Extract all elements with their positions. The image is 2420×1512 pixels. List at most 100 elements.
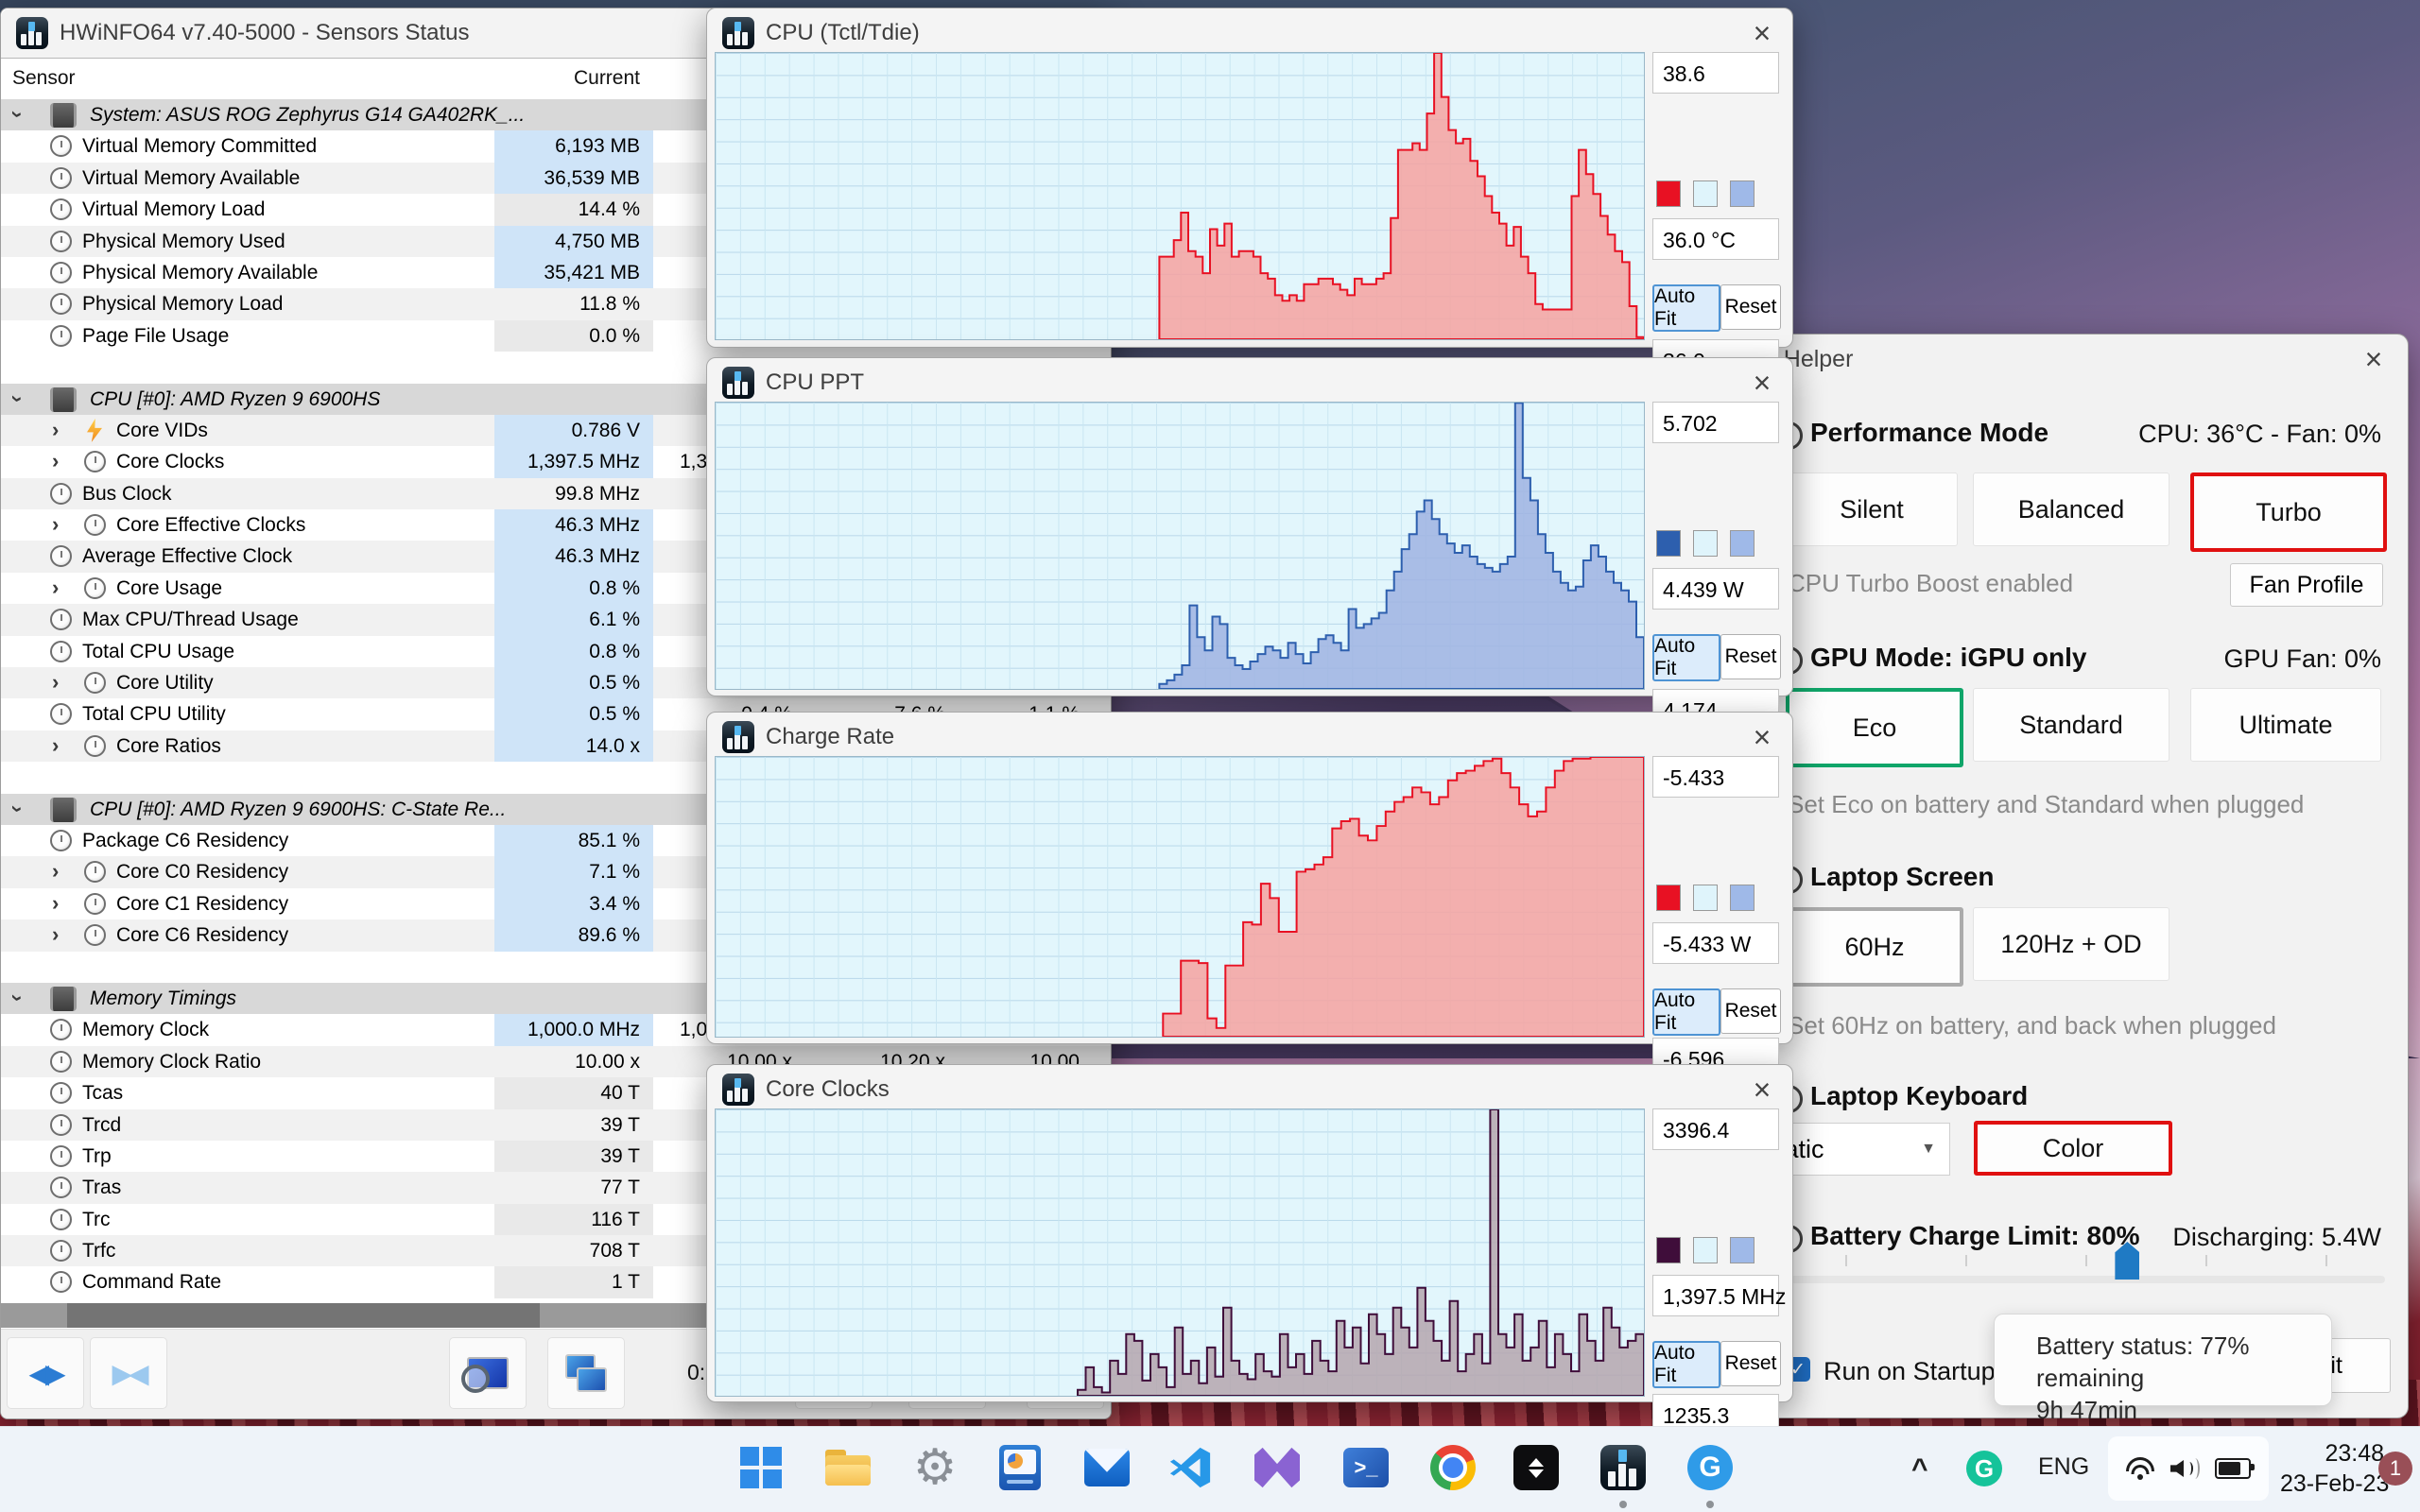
slider-tick — [1965, 1255, 1968, 1266]
notification-badge[interactable]: 1 — [2378, 1452, 2412, 1486]
graph-window-cpu-temp: CPU (Tctl/Tdie) × 38.6 36.0 °C Auto Fit … — [706, 8, 1793, 381]
voltage-icon — [87, 418, 102, 442]
chevron-right-icon[interactable]: › — [52, 922, 59, 947]
screen-120hz-button[interactable]: 120Hz + OD — [1973, 907, 2169, 981]
taskbar-powershell[interactable]: >_ — [1339, 1440, 1393, 1495]
chevron-right-icon[interactable]: › — [52, 449, 59, 473]
sensor-clock-icon — [50, 1144, 72, 1167]
auto-fit-button[interactable]: Auto Fit — [1652, 284, 1720, 332]
column-sensor[interactable]: Sensor — [12, 67, 76, 90]
taskbar-visual-studio[interactable] — [1250, 1440, 1305, 1495]
chevron-down-icon[interactable]: › — [6, 111, 30, 117]
gpu-fan-status: GPU Fan: 0% — [2223, 644, 2381, 673]
chevron-right-icon[interactable]: › — [52, 418, 59, 442]
chevron-right-icon[interactable]: › — [52, 733, 59, 758]
current-value: 4.439 W — [1652, 568, 1779, 610]
folder-icon — [825, 1450, 871, 1486]
chip-icon — [50, 387, 77, 412]
screen-inspect-button[interactable] — [449, 1337, 527, 1409]
legend-swatches — [1656, 885, 1754, 911]
expand-columns-button[interactable]: ◀▶ — [7, 1337, 84, 1409]
graph-close-icon[interactable]: × — [1741, 364, 1783, 402]
graph-titlebar[interactable]: Core Clocks — [707, 1065, 1792, 1114]
run-on-startup-label: Run on Startup — [1824, 1357, 1996, 1385]
reset-button[interactable]: Reset — [1720, 1341, 1781, 1386]
gpu-standard-button[interactable]: Standard — [1973, 688, 2169, 762]
gpu-ultimate-button[interactable]: Ultimate — [2190, 688, 2381, 762]
graph-close-icon[interactable]: × — [1741, 14, 1783, 52]
ghelper-icon: G — [1687, 1445, 1733, 1490]
column-current[interactable]: Current — [494, 67, 640, 90]
graph-window-core-clocks: Core Clocks × 3396.4 1,397.5 MHz Auto Fi… — [706, 1064, 1793, 1435]
hwinfo-app-icon — [1600, 1445, 1646, 1490]
graph-close-icon[interactable]: × — [1741, 1071, 1783, 1108]
reset-button[interactable]: Reset — [1720, 988, 1781, 1034]
graph-titlebar[interactable]: Charge Rate — [707, 713, 1792, 762]
keyboard-color-button[interactable]: Color — [1974, 1121, 2172, 1176]
chrome-icon — [1430, 1445, 1476, 1490]
language-indicator[interactable]: ENG — [2038, 1453, 2089, 1481]
sensor-clock-icon — [84, 734, 106, 757]
auto-fit-button[interactable]: Auto Fit — [1652, 988, 1720, 1036]
start-button[interactable] — [734, 1440, 788, 1495]
collapse-columns-button[interactable]: ▶◀ — [90, 1337, 167, 1409]
chevron-right-icon[interactable]: › — [52, 670, 59, 695]
ghelper-titlebar[interactable]: G-Helper — [1731, 335, 2408, 384]
laptop-screen-heading: Laptop Screen — [1810, 862, 1995, 891]
auto-fit-button[interactable]: Auto Fit — [1652, 1341, 1720, 1388]
chip-icon — [50, 797, 77, 822]
chevron-right-icon[interactable]: › — [52, 512, 59, 537]
taskbar-mail[interactable] — [1080, 1440, 1134, 1495]
visual-studio-icon — [1254, 1447, 1300, 1488]
perf-silent-button[interactable]: Silent — [1786, 472, 1958, 546]
wifi-icon — [2125, 1457, 2154, 1480]
battery-limit-slider[interactable] — [1786, 1242, 2385, 1283]
taskbar-file-explorer[interactable] — [821, 1440, 875, 1495]
chevron-down-icon[interactable]: › — [6, 395, 30, 402]
taskbar-vscode[interactable] — [1163, 1440, 1218, 1495]
chevron-down-icon[interactable]: › — [6, 994, 30, 1001]
tray-time: 23:48 — [2325, 1440, 2384, 1467]
fan-profile-button[interactable]: Fan Profile — [2230, 563, 2383, 607]
hwinfo-app-icon — [722, 1074, 754, 1106]
graph-titlebar[interactable]: CPU PPT — [707, 358, 1792, 407]
chevron-right-icon[interactable]: › — [52, 891, 59, 916]
perf-turbo-button[interactable]: Turbo — [2190, 472, 2387, 552]
scrollbar-thumb[interactable] — [67, 1303, 540, 1328]
perf-balanced-button[interactable]: Balanced — [1973, 472, 2169, 546]
clock[interactable]: 23:48 23-Feb-23 — [2280, 1438, 2389, 1499]
sensor-clock-icon — [50, 1208, 72, 1230]
remote-monitor-button[interactable] — [547, 1337, 625, 1409]
graph-close-icon[interactable]: × — [1741, 718, 1783, 756]
taskbar-hwinfo[interactable] — [1596, 1440, 1651, 1495]
taskbar-ghelper[interactable]: G — [1683, 1440, 1737, 1495]
tray-chevron-up-icon[interactable]: ^ — [1911, 1453, 1928, 1486]
grammarly-tray-icon[interactable]: G — [1966, 1451, 2002, 1486]
sensor-clock-icon — [50, 1082, 72, 1105]
ghelper-close-icon[interactable]: × — [2353, 340, 2394, 378]
reset-button[interactable]: Reset — [1720, 634, 1781, 679]
battery-limit-heading: Battery Charge Limit: 80% — [1810, 1221, 2140, 1250]
taskbar-stream-deck[interactable] — [1509, 1440, 1564, 1495]
monitor-chart-icon — [999, 1445, 1041, 1490]
taskbar-system-monitor[interactable] — [993, 1440, 1047, 1495]
graph-titlebar[interactable]: CPU (Tctl/Tdie) — [707, 9, 1792, 58]
speaker-icon — [2169, 1456, 2200, 1481]
taskbar-chrome[interactable] — [1426, 1440, 1480, 1495]
performance-mode-heading: Performance Mode — [1810, 418, 2049, 447]
taskbar-settings[interactable]: ⚙ — [908, 1440, 962, 1495]
taskbar: ⚙ >_ G ^ G ENG 23:48 23-Feb-23 1 — [0, 1426, 2420, 1512]
quick-settings[interactable] — [2108, 1436, 2269, 1501]
chevron-down-icon[interactable]: › — [6, 805, 30, 812]
current-value: -5.433 W — [1652, 922, 1779, 964]
screen-60hz-button[interactable]: 60Hz — [1786, 907, 1963, 987]
sensor-clock-icon — [84, 861, 106, 884]
plot-area — [715, 1108, 1645, 1397]
reset-button[interactable]: Reset — [1720, 284, 1781, 330]
sensor-clock-icon — [84, 924, 106, 947]
slider-tick — [2204, 1255, 2207, 1266]
auto-fit-button[interactable]: Auto Fit — [1652, 634, 1720, 681]
chevron-right-icon[interactable]: › — [52, 859, 59, 884]
chevron-right-icon[interactable]: › — [52, 576, 59, 600]
gpu-eco-button[interactable]: Eco — [1786, 688, 1963, 767]
